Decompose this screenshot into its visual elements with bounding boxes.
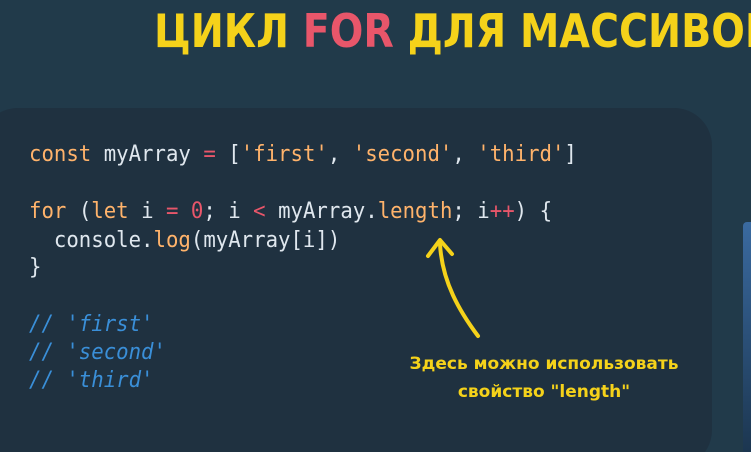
comma: , (452, 142, 478, 167)
keyword-let: let (91, 199, 129, 224)
number-zero: 0 (190, 199, 204, 224)
code-line-1: const myArray = ['first', 'second', 'thi… (29, 141, 577, 169)
title-highlight: FOR (302, 4, 394, 58)
annotation-line-2: свойство "length" (457, 382, 631, 402)
property-length: length (377, 199, 453, 224)
keyword-const: const (29, 142, 92, 167)
operator-assign: = (166, 199, 179, 224)
code-text: ; i (452, 199, 490, 224)
annotation-line-1: Здесь можно использовать (409, 354, 679, 374)
code-text: (myArray[i]) (190, 228, 341, 253)
method-log: log (153, 228, 191, 253)
bracket-open: [ (215, 142, 241, 167)
operator-assign: = (203, 142, 216, 167)
code-line-3: console.log(myArray[i]) (29, 227, 340, 255)
code-line-2: for (let i = 0; i < myArray.length; i++)… (29, 198, 552, 226)
keyword-for: for (29, 199, 67, 224)
code-text: console. (29, 228, 154, 253)
code-line-4: } (29, 255, 42, 280)
code-text: ) { (514, 199, 553, 224)
code-text: ( (66, 199, 92, 224)
code-text: myArray. (265, 199, 378, 224)
bracket-close: ] (564, 142, 577, 167)
code-text: i (128, 199, 167, 224)
variable-name: myArray (91, 142, 204, 167)
comment-line-1: // 'first' (29, 312, 154, 337)
string-second: 'second' (352, 142, 453, 167)
operator-less-than: < (253, 199, 266, 224)
side-panel-edge (743, 222, 751, 452)
code-text: ; i (203, 199, 254, 224)
string-third: 'third' (477, 142, 565, 167)
slide-title: ЦИКЛ FOR ДЛЯ МАССИВОВ (154, 4, 751, 58)
operator-increment: ++ (489, 199, 515, 224)
string-first: 'first' (240, 142, 328, 167)
annotation-note: Здесь можно использовать свойство "lengt… (388, 350, 700, 406)
comment-line-3: // 'third' (29, 368, 154, 393)
curved-up-arrow-icon (426, 238, 480, 338)
title-part-2: ДЛЯ МАССИВОВ (393, 4, 751, 58)
comma: , (327, 142, 353, 167)
comment-line-2: // 'second' (29, 340, 166, 365)
title-part-1: ЦИКЛ (154, 4, 303, 58)
